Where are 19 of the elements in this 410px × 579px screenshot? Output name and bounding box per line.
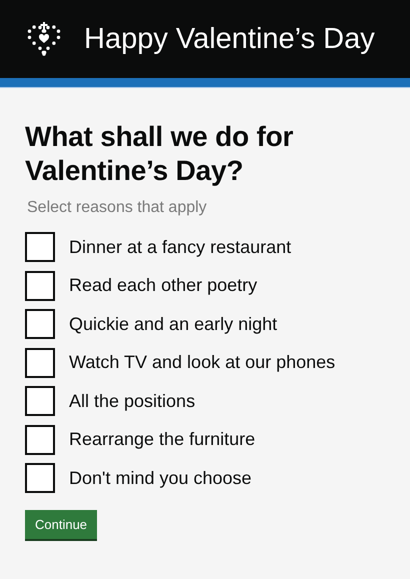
option-label: Dinner at a fancy restaurant (69, 236, 292, 259)
option-label: Quickie and an early night (69, 312, 278, 336)
option-label: Watch TV and look at our phones (69, 351, 336, 374)
checkbox[interactable] (25, 270, 55, 301)
checkbox[interactable] (25, 463, 55, 494)
checkbox[interactable] (25, 424, 55, 455)
option-label: Rearrange the furniture (69, 428, 256, 452)
option-label: Don't mind you choose (69, 466, 252, 490)
option-label: Read each other poetry (69, 274, 258, 298)
question-heading: What shall we do for Valentine’s Day? (25, 120, 294, 188)
checkbox[interactable] (25, 232, 55, 262)
option-label: All the positions (69, 390, 196, 413)
hint-text: Select reasons that apply (27, 198, 208, 218)
continue-button[interactable]: Continue (25, 510, 98, 540)
checkbox[interactable] (25, 386, 55, 416)
checkbox[interactable] (25, 309, 55, 340)
checkbox[interactable] (25, 348, 55, 378)
site-title: Happy Valentine’s Day (84, 24, 375, 54)
heart-logo-icon (26, 21, 62, 57)
